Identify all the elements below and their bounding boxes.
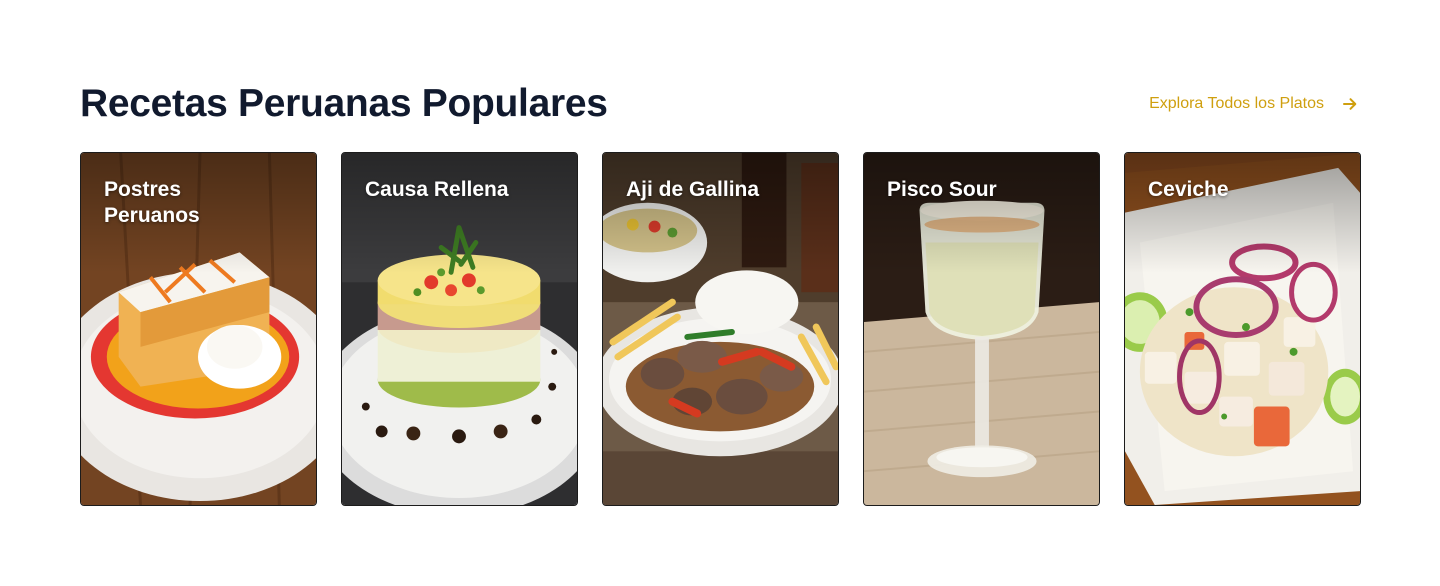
explore-link-label: Explora Todos los Platos <box>1149 95 1324 112</box>
recipe-card-postres-peruanos[interactable]: Postres Peruanos <box>80 152 317 506</box>
recipe-card-causa-rellena[interactable]: Causa Rellena <box>341 152 578 506</box>
recipe-card-ceviche[interactable]: Ceviche <box>1124 152 1361 506</box>
recipe-card-title: Aji de Gallina <box>626 178 760 201</box>
recipe-card-title: Postres Peruanos <box>104 178 200 227</box>
recipe-card-title: Pisco Sour <box>887 178 997 201</box>
popular-recipes-section: Recetas Peruanas Populares Explora Todos… <box>0 0 1440 586</box>
arrow-right-icon <box>1342 96 1358 112</box>
recipe-card-title: Causa Rellena <box>365 178 509 201</box>
recipe-card-pisco-sour[interactable]: Pisco Sour <box>863 152 1100 506</box>
recipe-cards: Postres Peruanos Causa Rellena Aji de Ga… <box>80 152 1361 506</box>
explore-all-dishes-link[interactable]: Explora Todos los Platos <box>1149 95 1358 113</box>
recipe-card-aji-de-gallina[interactable]: Aji de Gallina <box>602 152 839 506</box>
section-title: Recetas Peruanas Populares <box>80 82 608 125</box>
section-header: Recetas Peruanas Populares Explora Todos… <box>80 78 1360 130</box>
recipe-card-title: Ceviche <box>1148 178 1229 201</box>
